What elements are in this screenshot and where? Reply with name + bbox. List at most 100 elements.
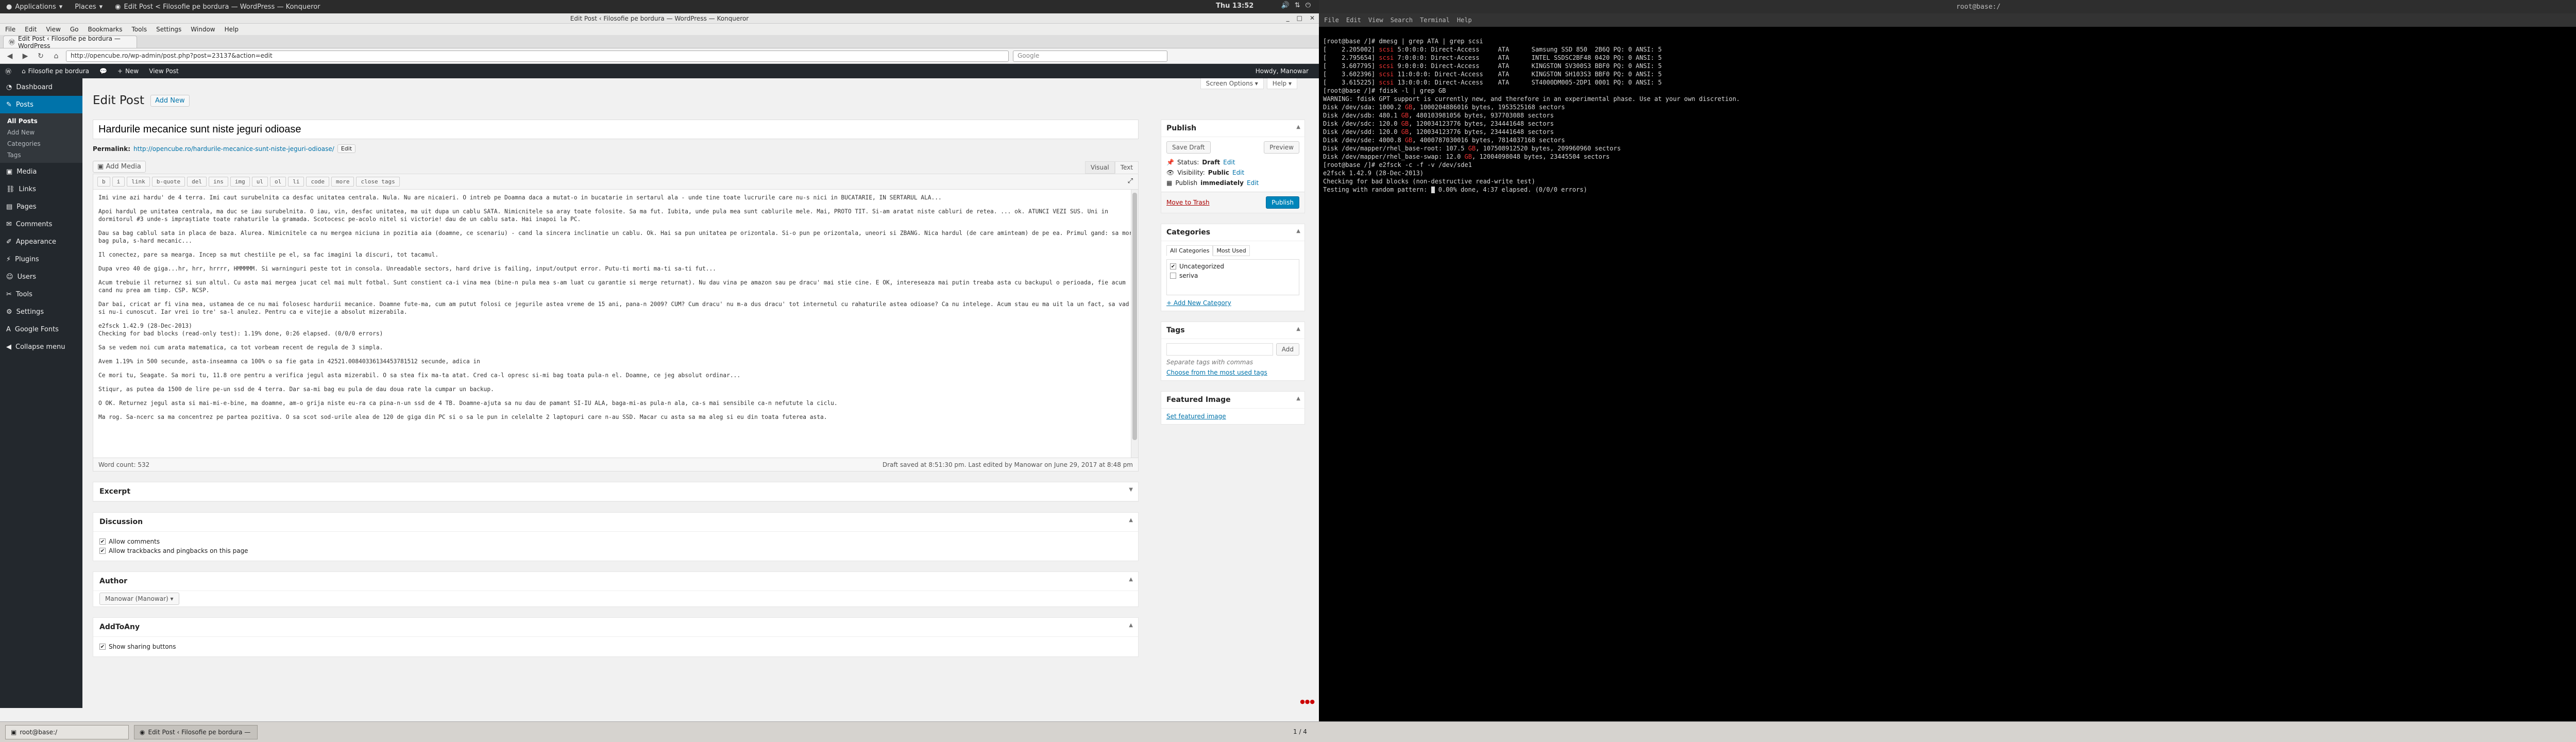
tab-most-used[interactable]: Most Used [1213, 245, 1250, 256]
toggle-icon[interactable]: ▲ [1129, 622, 1133, 628]
toggle-icon[interactable]: ▲ [1296, 326, 1300, 332]
add-new-button[interactable]: Add New [150, 94, 190, 107]
publish-button[interactable]: Publish [1266, 196, 1299, 209]
new-content-link[interactable]: + New [112, 68, 144, 75]
sidebar-item-comments[interactable]: ✉ Comments [0, 215, 82, 233]
menu-tools[interactable]: Tools [132, 26, 147, 33]
comments-icon[interactable]: 💬 [94, 68, 112, 75]
submenu-categories[interactable]: Categories [0, 138, 82, 149]
menu-bookmarks[interactable]: Bookmarks [88, 26, 122, 33]
menu-search[interactable]: Search [1391, 16, 1413, 24]
minimize-icon[interactable]: _ [1286, 14, 1290, 22]
sidebar-item-collapse[interactable]: ◀ Collapse menu [0, 338, 82, 356]
places-menu[interactable]: Places ▾ [69, 3, 109, 11]
add-new-category-link[interactable]: + Add New Category [1166, 299, 1231, 307]
menu-view[interactable]: View [46, 26, 60, 33]
volume-icon[interactable]: 🔊 [1281, 2, 1290, 9]
forward-icon[interactable]: ▶ [20, 50, 31, 62]
submenu-all-posts[interactable]: All Posts [0, 115, 82, 127]
category-uncategorized[interactable]: ✔ Uncategorized [1170, 263, 1296, 270]
url-bar[interactable]: http://opencube.ro/wp-admin/post.php?pos… [66, 50, 1009, 62]
add-media-button[interactable]: ▣ Add Media [93, 160, 146, 173]
power-icon[interactable]: ⏻ [1306, 2, 1311, 9]
sidebar-item-users[interactable]: ☺ Users [0, 268, 82, 285]
clock[interactable]: Thu 13:52 [1216, 2, 1253, 10]
category-seriva[interactable]: seriva [1170, 272, 1296, 279]
menu-help[interactable]: Help [1457, 16, 1472, 24]
qt-close-tags[interactable]: close tags [356, 177, 400, 187]
wp-logo-icon[interactable]: Ⓦ [0, 67, 16, 76]
toggle-icon[interactable]: ▲ [1296, 124, 1300, 130]
allow-comments-checkbox[interactable]: ✔ Allow comments [99, 538, 1132, 545]
submenu-tags[interactable]: Tags [0, 149, 82, 161]
sidebar-item-media[interactable]: ▣ Media [0, 163, 82, 180]
site-name-link[interactable]: ⌂ Filosofie pe bordura [16, 68, 94, 75]
sidebar-item-tools[interactable]: ✂ Tools [0, 285, 82, 303]
taskbar-item-browser[interactable]: ◉ Edit Post ‹ Filosofie pe bordura — [134, 724, 258, 739]
author-select[interactable]: Manowar (Manowar) ▾ [99, 593, 179, 605]
alert-icon[interactable]: ●●● [1300, 698, 1315, 705]
menu-go[interactable]: Go [70, 26, 79, 33]
applications-menu[interactable]: ● Applications ▾ [0, 3, 69, 11]
qt-del[interactable]: del [187, 177, 207, 187]
toggle-icon[interactable]: ▲ [1129, 577, 1133, 582]
search-field[interactable]: Google [1013, 50, 1167, 62]
toggle-icon[interactable]: ▲ [1296, 396, 1300, 401]
view-post-link[interactable]: View Post [144, 68, 183, 75]
menu-edit[interactable]: Edit [25, 26, 37, 33]
edit-status-link[interactable]: Edit [1223, 159, 1235, 166]
allow-trackbacks-checkbox[interactable]: ✔ Allow trackbacks and pingbacks on this … [99, 547, 1132, 554]
set-featured-image-link[interactable]: Set featured image [1166, 413, 1226, 420]
menu-edit[interactable]: Edit [1346, 16, 1361, 24]
active-app[interactable]: ◉ Edit Post < Filosofie pe bordura — Word… [109, 3, 326, 11]
toggle-icon[interactable]: ▲ [1296, 228, 1300, 234]
sidebar-item-pages[interactable]: ▤ Pages [0, 198, 82, 215]
sidebar-item-links[interactable]: ⛓ Links [0, 180, 82, 198]
permalink-edit-button[interactable]: Edit [337, 144, 356, 153]
qt-ul[interactable]: ul [251, 177, 268, 187]
menu-file[interactable]: File [1324, 16, 1339, 24]
qt-code[interactable]: code [306, 177, 329, 187]
maximize-icon[interactable]: □ [1297, 14, 1302, 22]
edit-schedule-link[interactable]: Edit [1247, 179, 1259, 187]
menu-window[interactable]: Window [191, 26, 215, 33]
back-icon[interactable]: ◀ [4, 50, 15, 62]
qt-blockquote[interactable]: b-quote [151, 177, 185, 187]
menu-terminal[interactable]: Terminal [1420, 16, 1450, 24]
qt-link[interactable]: link [127, 177, 150, 187]
move-to-trash-link[interactable]: Move to Trash [1166, 199, 1210, 206]
terminal-output[interactable]: [root@base /]# dmesg | grep ATA | grep s… [1319, 27, 2576, 204]
menu-help[interactable]: Help [225, 26, 239, 33]
sidebar-item-dashboard[interactable]: ◔ Dashboard [0, 78, 82, 96]
home-icon[interactable]: ⌂ [50, 50, 62, 62]
show-sharing-checkbox[interactable]: ✔ Show sharing buttons [99, 643, 1132, 650]
menu-view[interactable]: View [1368, 16, 1383, 24]
choose-tags-link[interactable]: Choose from the most used tags [1166, 369, 1267, 376]
qt-ins[interactable]: ins [208, 177, 228, 187]
menu-settings[interactable]: Settings [156, 26, 181, 33]
menu-file[interactable]: File [5, 26, 15, 33]
preview-button[interactable]: Preview [1264, 141, 1299, 154]
post-content-textarea[interactable]: Imi vine azi hardu' de 4 terra. Imi caut… [93, 190, 1138, 458]
save-draft-button[interactable]: Save Draft [1166, 141, 1211, 154]
toggle-icon[interactable]: ▼ [1129, 487, 1133, 493]
qt-bold[interactable]: b [97, 177, 110, 187]
edit-visibility-link[interactable]: Edit [1232, 169, 1244, 176]
howdy-user[interactable]: Howdy, Manowar [1256, 68, 1309, 75]
qt-more[interactable]: more [331, 177, 354, 187]
sidebar-item-appearance[interactable]: ✐ Appearance [0, 233, 82, 250]
tab-text[interactable]: Text [1114, 161, 1139, 174]
qt-li[interactable]: li [288, 177, 304, 187]
tab-edit-post[interactable]: Ⓦ Edit Post ‹ Filosofie pe bordura — Word… [3, 35, 137, 49]
taskbar-item-terminal[interactable]: ▣ root@base:/ [5, 724, 129, 739]
reload-icon[interactable]: ↻ [35, 50, 46, 62]
tab-all-categories[interactable]: All Categories [1166, 245, 1213, 256]
toggle-icon[interactable]: ▲ [1129, 517, 1133, 523]
sidebar-item-plugins[interactable]: ⚡ Plugins [0, 250, 82, 268]
qt-ol[interactable]: ol [269, 177, 286, 187]
permalink-link[interactable]: http://opencube.ro/hardurile-mecanice-su… [133, 145, 334, 153]
qt-italic[interactable]: i [112, 177, 125, 187]
add-tag-button[interactable]: Add [1276, 343, 1299, 356]
fullscreen-icon[interactable]: ⤢ [1128, 177, 1133, 185]
sidebar-item-google-fonts[interactable]: A Google Fonts [0, 321, 82, 338]
